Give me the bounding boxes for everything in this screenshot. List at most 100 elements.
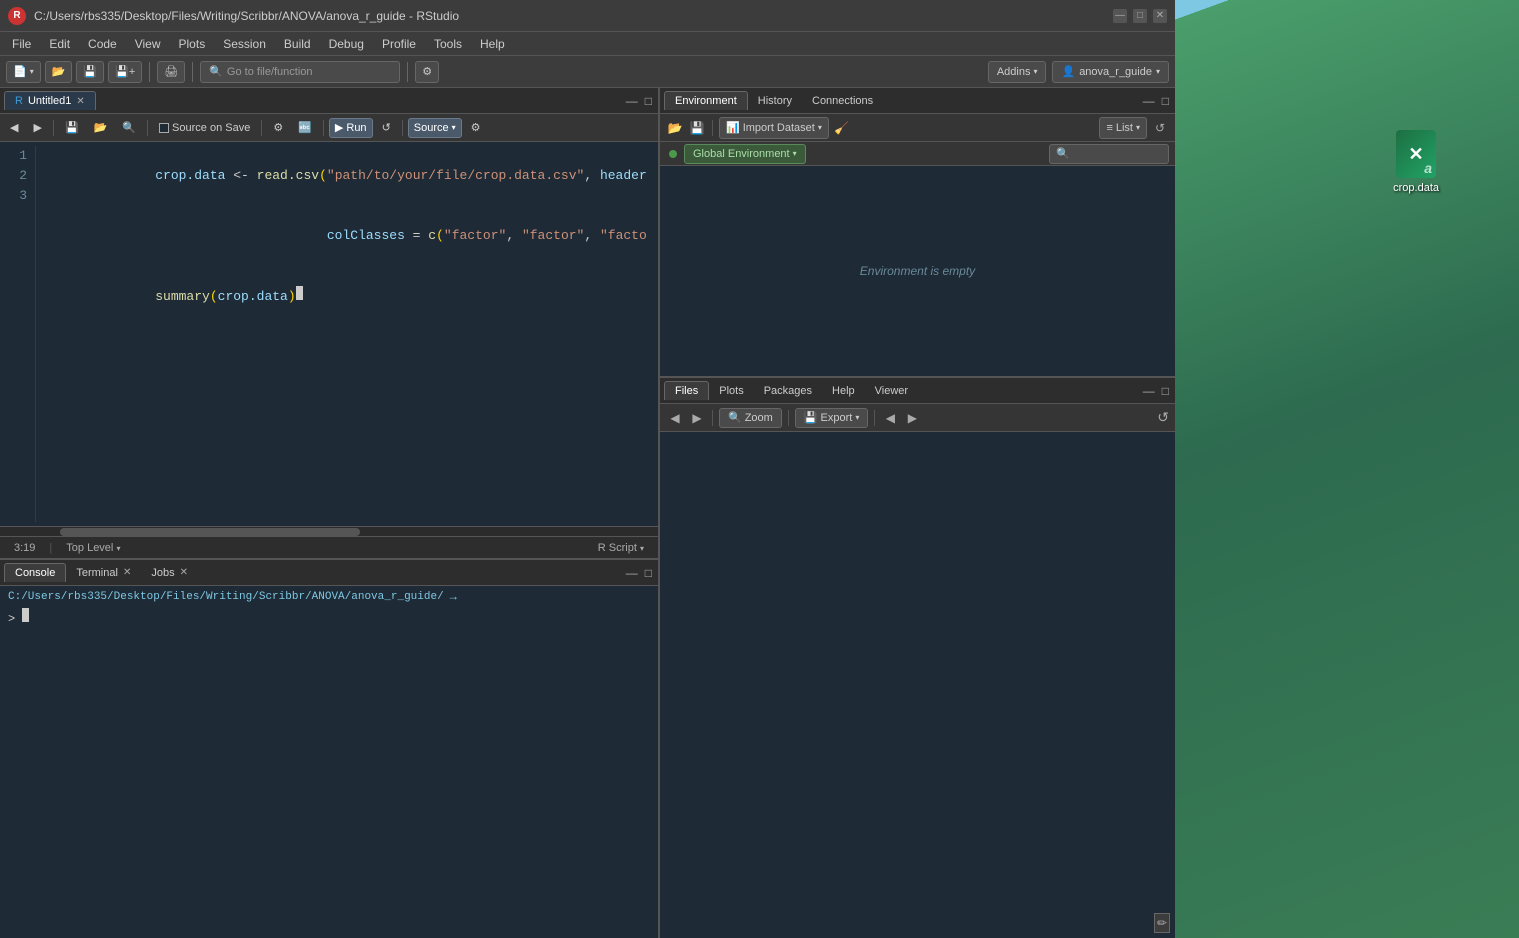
menu-build[interactable]: Build [276,35,319,53]
back-button[interactable]: ◀ [4,118,24,138]
environment-tab[interactable]: Environment [664,91,748,110]
external-link-icon[interactable]: → [450,590,457,604]
maximize-console-button[interactable]: □ [643,564,654,582]
files-tab-bar: Files Plots Packages Help Viewer [660,378,1175,404]
save-script-button[interactable]: 💾 [59,118,85,138]
code-editor[interactable]: 1 2 3 crop.data <- read.csv("path/to/you… [0,142,658,526]
maximize-editor-button[interactable]: □ [643,92,654,110]
menu-tools[interactable]: Tools [426,35,470,53]
menu-file[interactable]: File [4,35,39,53]
save-button[interactable]: 💾 [76,61,104,83]
open-recent-button[interactable]: 📂 [88,118,114,138]
tab-close-icon[interactable]: ✕ [76,96,84,107]
excel-icon: ✕ [1396,130,1436,178]
refresh-env-button[interactable]: ↺ [1151,119,1169,137]
maximize-button[interactable]: □ [1133,9,1147,23]
source-on-save-button[interactable]: Source on Save [153,118,256,138]
console-tab[interactable]: Console [4,563,66,582]
menu-session[interactable]: Session [215,35,274,53]
source-label: Source [414,122,449,134]
collapse-files-button[interactable]: — [1141,382,1157,400]
collapse-env-button[interactable]: — [1141,92,1157,110]
packages-tab[interactable]: Packages [754,382,822,400]
files-prev-button[interactable]: ◀ [881,409,899,427]
list-label: List [1116,122,1133,134]
help-tab[interactable]: Help [822,382,865,400]
files-back-button[interactable]: ◀ [666,409,684,427]
menu-plots[interactable]: Plots [171,35,214,53]
run-button[interactable]: ▶ Run [329,118,373,138]
env-load-button[interactable]: 📂 [666,119,684,137]
spell-check-button[interactable]: 🔤 [292,118,318,138]
zoom-button[interactable]: 🔍 Zoom [719,408,782,428]
editor-scrollbar[interactable] [0,526,658,536]
menu-debug[interactable]: Debug [321,35,372,53]
export-button[interactable]: 💾 Export ▾ [795,408,869,428]
import-dataset-button[interactable]: 📊 Import Dataset ▾ [719,117,829,139]
maximize-env-button[interactable]: □ [1160,92,1171,110]
desktop-file-icon[interactable]: ✕ crop.data [1393,130,1439,194]
console-prompt-line[interactable]: > [8,608,650,626]
viewer-tab[interactable]: Viewer [865,382,918,400]
jobs-close-icon[interactable]: ✕ [180,567,188,578]
refresh-files-button[interactable]: ↺ [1157,409,1169,426]
connections-tab[interactable]: Connections [802,92,883,110]
scope-label[interactable]: Top Level ▾ [60,542,126,554]
workspace-btn[interactable]: ⚙ [415,61,439,83]
collapse-console-button[interactable]: — [624,564,640,582]
collapse-editor-button[interactable]: — [624,92,640,110]
forward-button[interactable]: ▶ [27,118,47,138]
source-options-button[interactable]: ⚙ [465,118,487,138]
open-file-button[interactable]: 📂 [45,61,73,83]
maximize-files-button[interactable]: □ [1160,382,1171,400]
menu-profile[interactable]: Profile [374,35,424,53]
global-env-bar: Global Environment ▾ [660,142,1175,166]
project-selector[interactable]: 👤 anova_r_guide ▾ [1052,61,1169,83]
menu-edit[interactable]: Edit [41,35,78,53]
plots-tab[interactable]: Plots [709,382,753,400]
terminal-close-icon[interactable]: ✕ [123,567,131,578]
title-bar: R C:/Users/rbs335/Desktop/Files/Writing/… [0,0,1175,32]
editor-tab-untitled1[interactable]: R Untitled1 ✕ [4,91,96,110]
env-search-input[interactable] [1049,144,1169,164]
history-label: History [758,95,792,107]
print-button[interactable]: 🖨 [157,61,185,83]
env-clear-button[interactable]: 🧹 [833,119,851,137]
console-content[interactable]: C:/Users/rbs335/Desktop/Files/Writing/Sc… [0,586,658,938]
menu-help[interactable]: Help [472,35,513,53]
addins-button[interactable]: Addins ▾ [988,61,1047,83]
export-label: Export [821,412,853,424]
files-next-button[interactable]: ▶ [903,409,921,427]
save-all-button[interactable]: 💾+ [108,61,142,83]
code-line-3: summary(crop.data) [46,266,648,327]
source-options-icon: ⚙ [471,121,481,134]
compile-button[interactable]: ⚙ [267,118,289,138]
line-num-3: 3 [8,186,27,206]
re-run-button[interactable]: ↺ [376,118,397,138]
script-type[interactable]: R Script ▾ [592,542,650,554]
goto-file-button[interactable]: 🔍 Go to file/function [200,61,400,83]
files-forward-button[interactable]: ▶ [688,409,706,427]
scrollbar-thumb[interactable] [60,528,360,536]
close-button[interactable]: ✕ [1153,9,1167,23]
clear-console-button[interactable]: ✏ [1154,913,1170,933]
menu-view[interactable]: View [127,35,169,53]
addins-label: Addins [997,66,1031,78]
code-area[interactable]: crop.data <- read.csv("path/to/your/file… [36,146,658,522]
files-label: Files [675,385,698,397]
global-env-selector[interactable]: Global Environment ▾ [684,144,806,164]
minimize-button[interactable]: — [1113,9,1127,23]
env-save-button[interactable]: 💾 [688,119,706,137]
source-on-save-checkbox [159,123,169,133]
help-label: Help [832,385,855,397]
line-num-2: 2 [8,166,27,186]
list-view-button[interactable]: ≡ List ▾ [1099,117,1147,139]
history-tab[interactable]: History [748,92,802,110]
terminal-tab[interactable]: Terminal ✕ [66,564,141,582]
files-tab[interactable]: Files [664,381,709,400]
menu-code[interactable]: Code [80,35,125,53]
jobs-tab[interactable]: Jobs ✕ [141,564,198,582]
source-button[interactable]: Source ▾ [408,118,462,138]
find-button[interactable]: 🔍 [116,118,142,138]
new-file-button[interactable]: 📄 ▾ [6,61,41,83]
